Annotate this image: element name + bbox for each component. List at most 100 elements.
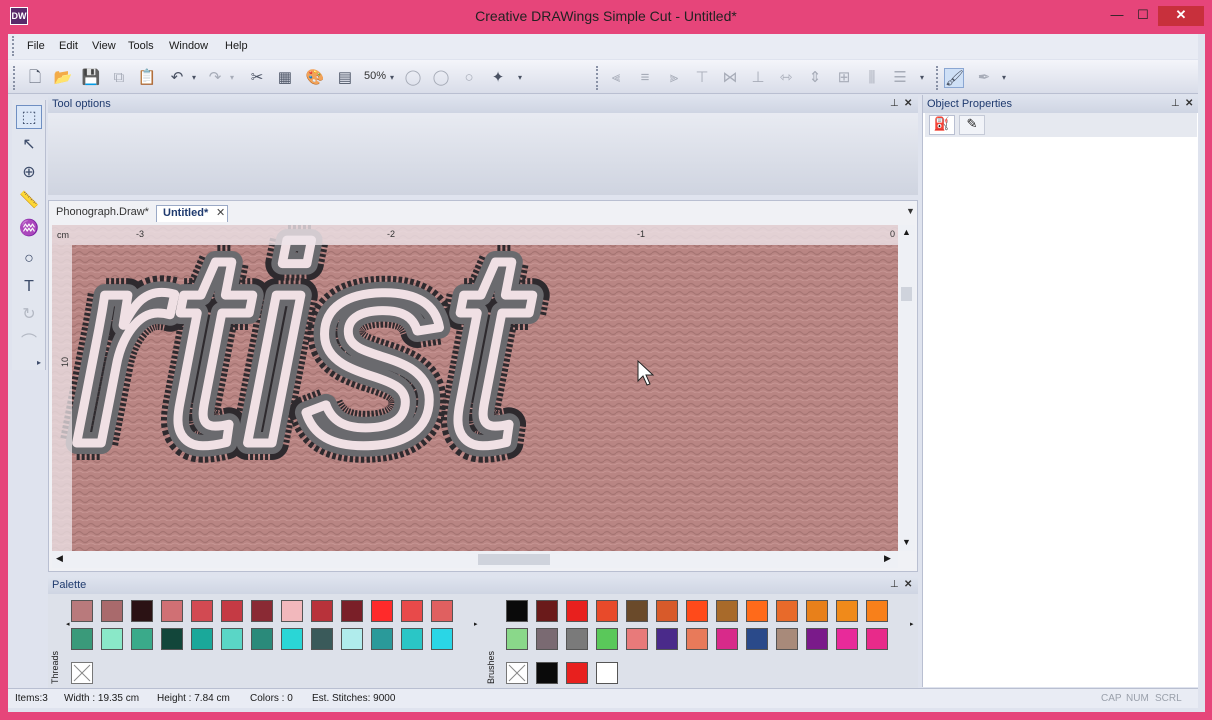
thread-color-swatch[interactable] <box>281 600 303 622</box>
fill-tool-icon[interactable]: ♒ <box>16 217 42 241</box>
tab-phonograph[interactable]: Phonograph.Draw* <box>50 205 155 222</box>
scroll-up-icon[interactable]: ▲ <box>902 227 911 237</box>
palette-icon[interactable]: 🎨 <box>305 68 325 88</box>
thread-color-swatch[interactable] <box>251 600 273 622</box>
thread-color-swatch[interactable] <box>161 600 183 622</box>
close-tab-icon[interactable]: ✕ <box>210 205 231 222</box>
thread-color-swatch[interactable] <box>221 600 243 622</box>
brush-color-swatch[interactable] <box>866 600 888 622</box>
text-tool-icon[interactable]: T <box>16 275 42 299</box>
fill-properties-tab-icon[interactable]: ⛽ <box>929 115 955 135</box>
brush-color-swatch[interactable] <box>656 628 678 650</box>
grid-icon[interactable]: ▦ <box>275 68 295 88</box>
menu-view[interactable]: View <box>92 40 116 52</box>
brush-color-swatch[interactable] <box>836 600 858 622</box>
vertical-scrollbar[interactable]: ▲ ▼ <box>898 225 915 551</box>
thread-color-swatch[interactable] <box>71 628 93 650</box>
menu-grip[interactable] <box>12 36 16 56</box>
canvas-svg[interactable]: rtist rtist rtist <box>52 225 898 551</box>
toolbar-overflow-icon[interactable]: ▾ <box>515 68 525 88</box>
threads-scroll-left-icon[interactable]: ◂ <box>66 620 70 628</box>
knife-tool-icon[interactable]: ⌒ <box>16 331 42 355</box>
brush-color-swatch[interactable] <box>536 628 558 650</box>
pen-tool-icon[interactable]: ✒ <box>974 68 994 88</box>
horizontal-scroll-thumb[interactable] <box>478 554 550 565</box>
brush-color-swatch[interactable] <box>746 600 768 622</box>
brush-color-swatch[interactable] <box>566 628 588 650</box>
brush-fill-swatch[interactable] <box>596 662 618 684</box>
thread-color-swatch[interactable] <box>431 628 453 650</box>
scroll-down-icon[interactable]: ▼ <box>902 537 911 547</box>
brush-color-swatch[interactable] <box>566 600 588 622</box>
brush-color-swatch[interactable] <box>626 600 648 622</box>
horizontal-scrollbar[interactable]: ◀ ▶ <box>52 551 898 568</box>
align-bottom-icon[interactable]: ⊥ <box>748 68 768 88</box>
thread-color-swatch[interactable] <box>341 628 363 650</box>
brush-fill-swatch[interactable] <box>536 662 558 684</box>
new-document-icon[interactable]: 🗋 <box>25 68 45 88</box>
align-left-icon[interactable]: ⫷ <box>606 68 626 88</box>
redo-dropdown-icon[interactable]: ▾ <box>227 68 237 88</box>
brush-color-swatch[interactable] <box>656 600 678 622</box>
brush-color-swatch[interactable] <box>836 628 858 650</box>
brush-color-swatch[interactable] <box>536 600 558 622</box>
magic-wand-icon[interactable]: ✦ <box>488 68 508 88</box>
thread-color-swatch[interactable] <box>401 600 423 622</box>
close-panel-icon[interactable]: ✕ <box>904 579 912 590</box>
thread-color-swatch[interactable] <box>371 600 393 622</box>
brushes-scroll-right-icon[interactable]: ▸ <box>910 620 914 628</box>
brush-color-swatch[interactable] <box>506 628 528 650</box>
tab-list-dropdown-icon[interactable]: ▼ <box>900 205 921 222</box>
undo-icon[interactable]: ↶ <box>167 68 187 88</box>
brush-color-swatch[interactable] <box>596 628 618 650</box>
brush-color-swatch[interactable] <box>716 628 738 650</box>
thread-color-swatch[interactable] <box>101 628 123 650</box>
pin-icon[interactable]: ⊥ <box>890 579 899 590</box>
zoom-dropdown-icon[interactable]: ▾ <box>387 68 397 88</box>
distribute-vertical-icon[interactable]: ⇕ <box>805 68 825 88</box>
thread-color-swatch[interactable] <box>191 600 213 622</box>
vertical-scroll-thumb[interactable] <box>901 287 912 301</box>
brush-color-swatch[interactable] <box>686 628 708 650</box>
thread-color-swatch[interactable] <box>401 628 423 650</box>
minimize-button[interactable]: — <box>1104 6 1130 26</box>
transform-tool-icon[interactable]: ↻ <box>16 303 42 327</box>
zoom-level[interactable]: 50% <box>364 70 386 82</box>
align-overflow-icon[interactable]: ▾ <box>917 68 927 88</box>
cut-scissors-icon[interactable]: ✂ <box>247 68 267 88</box>
brush-overflow-icon[interactable]: ▾ <box>999 68 1009 88</box>
toolbar-grip[interactable] <box>13 66 17 90</box>
select-tool-icon[interactable]: ⬚ <box>16 105 42 129</box>
thread-color-swatch[interactable] <box>161 628 183 650</box>
thread-color-swatch[interactable] <box>131 600 153 622</box>
copy-icon[interactable]: ⧉ <box>109 68 129 88</box>
shape-edit-tool-icon[interactable]: ↖ <box>16 133 42 157</box>
thread-color-swatch[interactable] <box>221 628 243 650</box>
brush-color-swatch[interactable] <box>506 600 528 622</box>
menu-tools[interactable]: Tools <box>128 40 154 52</box>
thread-color-swatch[interactable] <box>311 628 333 650</box>
no-thread-swatch[interactable] <box>71 662 93 684</box>
thread-color-swatch[interactable] <box>191 628 213 650</box>
distribute-horizontal-icon[interactable]: ⇿ <box>776 68 796 88</box>
space-horizontal-icon[interactable]: ⫼ <box>862 68 882 88</box>
thread-color-swatch[interactable] <box>131 628 153 650</box>
brush-color-swatch[interactable] <box>626 628 648 650</box>
brush-color-swatch[interactable] <box>746 628 768 650</box>
no-brush-swatch[interactable] <box>506 662 528 684</box>
redo-icon[interactable]: ↷ <box>205 68 225 88</box>
pin-icon[interactable]: ⊥ <box>1171 98 1180 109</box>
align-middle-icon[interactable]: ⋈ <box>720 68 740 88</box>
thread-color-swatch[interactable] <box>71 600 93 622</box>
menu-edit[interactable]: Edit <box>59 40 78 52</box>
stroke-properties-tab-icon[interactable]: ✎ <box>959 115 985 135</box>
menu-file[interactable]: File <box>27 40 45 52</box>
brush-color-swatch[interactable] <box>716 600 738 622</box>
close-button[interactable]: ✕ <box>1158 6 1204 26</box>
trim-icon[interactable]: ○ <box>459 68 479 88</box>
close-panel-icon[interactable]: ✕ <box>1185 98 1193 109</box>
scroll-right-icon[interactable]: ▶ <box>884 553 891 564</box>
brush-color-swatch[interactable] <box>596 600 618 622</box>
brush-color-swatch[interactable] <box>806 628 828 650</box>
brush-color-swatch[interactable] <box>686 600 708 622</box>
